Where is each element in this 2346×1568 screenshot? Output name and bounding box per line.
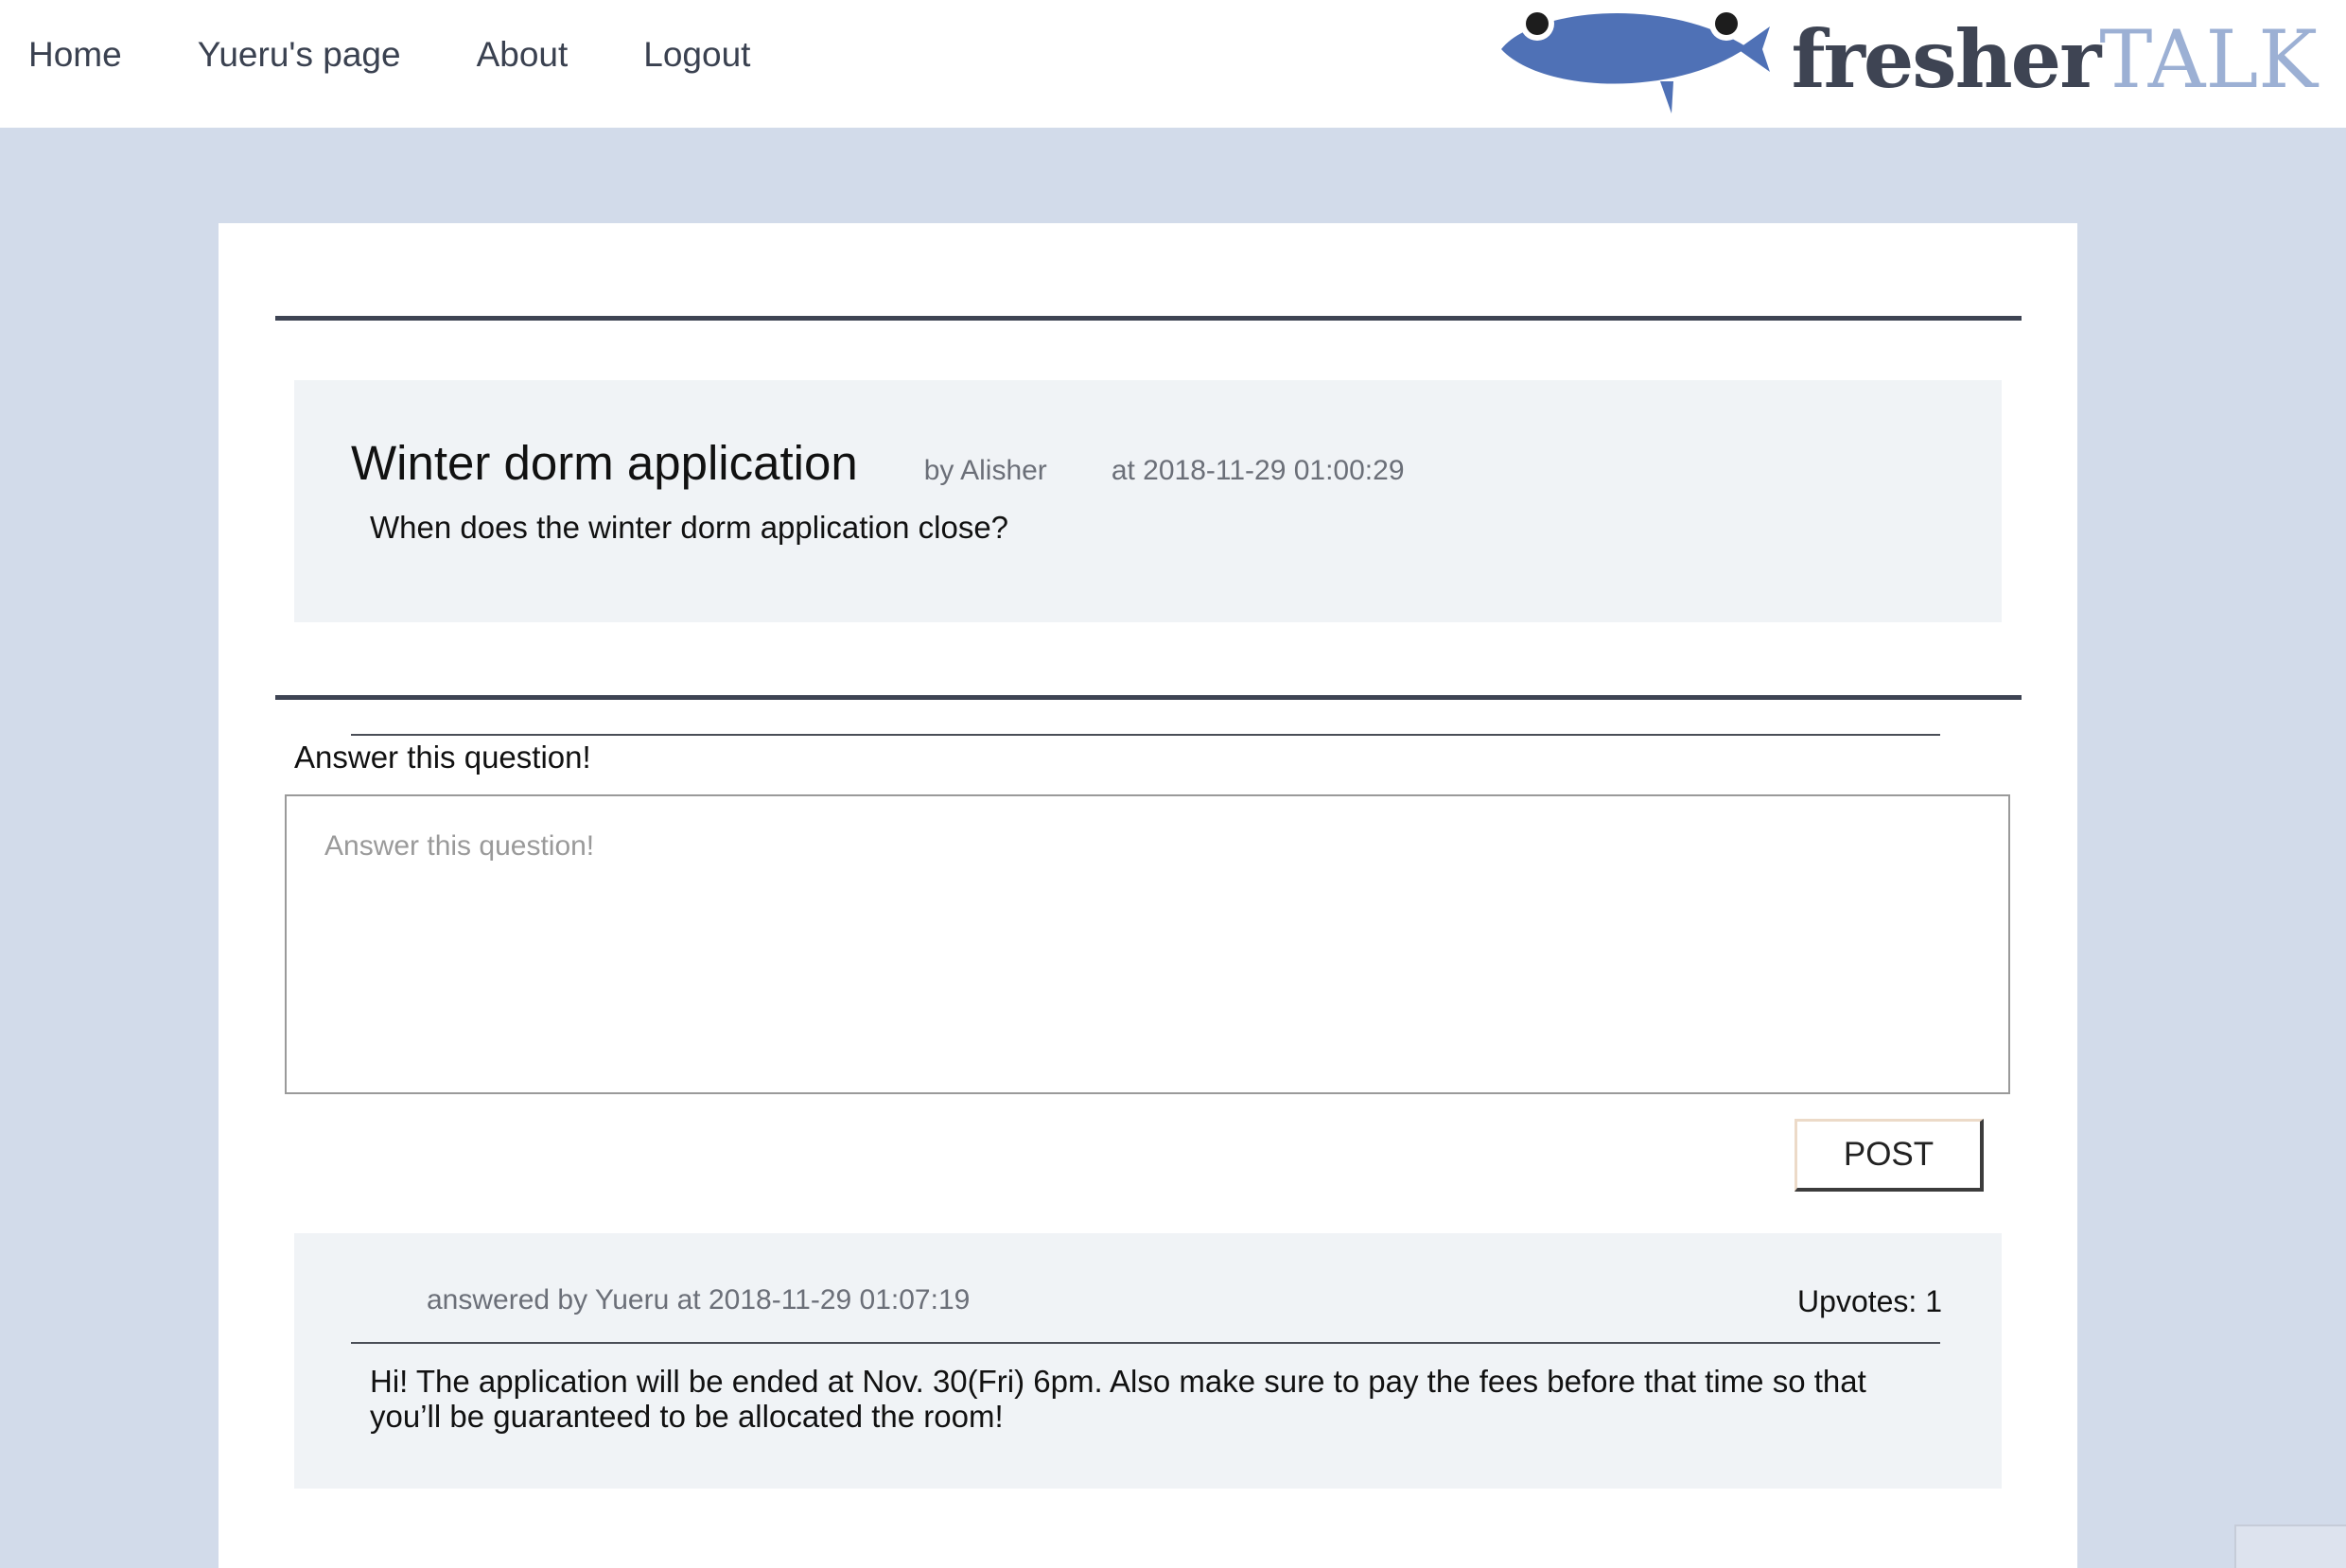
question-divider — [351, 734, 1940, 736]
nav-logout-link[interactable]: Logout — [643, 35, 750, 75]
answer-post: answered by Yueru at 2018-11-29 01:07:19… — [294, 1233, 2002, 1489]
nav-about-link[interactable]: About — [477, 35, 569, 75]
brand-wordmark-talk: TALK — [2099, 12, 2318, 106]
answer-textarea[interactable] — [285, 794, 2010, 1094]
question-body: When does the winter dorm application cl… — [370, 510, 1009, 545]
brand-wordmark: fresherTALK — [1791, 19, 2318, 99]
middle-divider — [275, 695, 2022, 700]
upvote-count[interactable]: Upvotes: 1 — [1797, 1284, 1942, 1319]
question-card: Winter dorm application by Alisher at 20… — [219, 223, 2077, 1568]
question-timestamp: at 2018-11-29 01:00:29 — [1111, 455, 1405, 486]
question-title: Winter dorm application — [351, 436, 858, 490]
top-divider — [275, 316, 2022, 321]
nav-user-page-link[interactable]: Yueru's page — [198, 35, 401, 75]
nav-links: Home Yueru's page About Logout — [28, 0, 826, 110]
answer-divider — [351, 1342, 1940, 1344]
question-header: Winter dorm application by Alisher at 20… — [351, 435, 1469, 491]
top-navbar: Home Yueru's page About Logout fresherTA… — [0, 0, 2346, 128]
answer-body: Hi! The application will be ended at Nov… — [370, 1364, 1866, 1434]
question-author[interactable]: by Alisher — [924, 455, 1047, 487]
answer-form-label: Answer this question! — [294, 740, 591, 775]
corner-widget[interactable] — [2234, 1524, 2346, 1568]
fish-logo-icon — [1501, 7, 1771, 113]
question-post: Winter dorm application by Alisher at 20… — [294, 380, 2002, 736]
brand-wordmark-fresher: fresher — [1791, 11, 2101, 106]
answer-meta: answered by Yueru at 2018-11-29 01:07:19 — [427, 1284, 971, 1315]
post-answer-button[interactable]: POST — [1795, 1119, 1984, 1192]
nav-home-link[interactable]: Home — [28, 35, 122, 75]
brand-logo[interactable]: fresherTALK — [1494, 0, 2318, 118]
